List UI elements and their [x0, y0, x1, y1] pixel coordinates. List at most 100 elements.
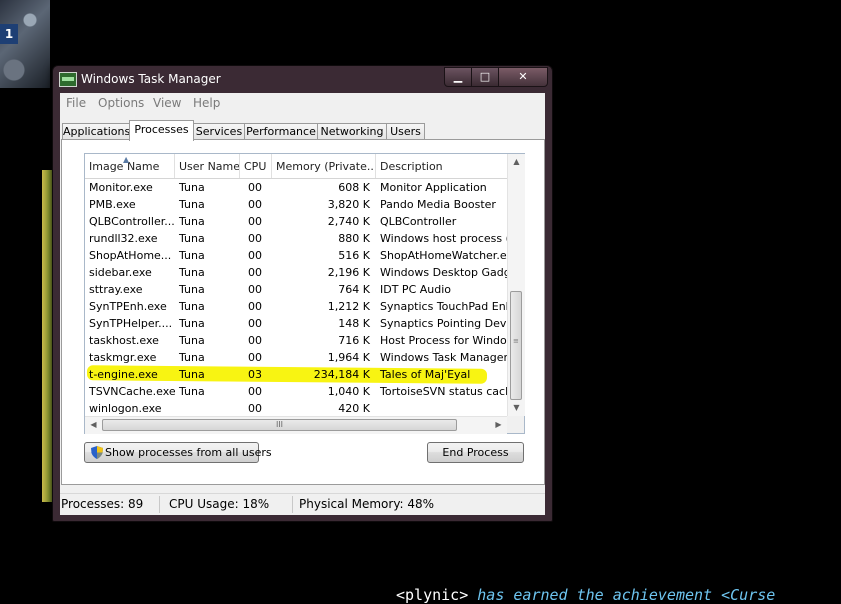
cell-description: Monitor Application [380, 181, 487, 194]
cell-description: Windows Desktop Gadgets [380, 266, 507, 279]
vertical-scrollbar[interactable]: ▲ ≡ ▼ [507, 154, 525, 416]
table-row[interactable]: SynTPEnh.exe Tuna 00 1,212 K Synaptics Touch… [85, 298, 507, 315]
table-row[interactable]: taskmgr.exe Tuna 00 1,964 K Windows Task Man… [85, 349, 507, 366]
cell-image-name: SynTPEnh.exe [89, 300, 167, 313]
uac-shield-icon [91, 446, 103, 459]
cell-cpu: 00 [248, 198, 262, 211]
table-row[interactable]: ShopAtHome... Tuna 00 516 K ShopAtHomeWatche… [85, 247, 507, 264]
chat-user: <plynic> [396, 586, 469, 604]
column-memory[interactable]: Memory (Private... [272, 154, 376, 178]
cell-description [376, 400, 507, 417]
scroll-left-arrow-icon[interactable]: ◀ [85, 417, 102, 433]
maximize-button[interactable]: □ [471, 67, 499, 87]
process-list[interactable]: ▲ Image Name User Name CPU Memory (Priva… [84, 153, 525, 434]
menu-bar: File Options View Help [60, 93, 545, 112]
cell-memory: 716 K [338, 334, 370, 347]
process-list-header: ▲ Image Name User Name CPU Memory (Priva… [85, 154, 507, 179]
table-row[interactable]: TSVNCache.exe Tuna 00 1,040 K TortoiseSVN st… [85, 383, 507, 400]
cell-user-name [175, 400, 240, 417]
column-user-name[interactable]: User Name [175, 154, 240, 178]
chat-achievement-text: has earned the achievement <Curse [477, 586, 776, 604]
cell-image-name: sidebar.exe [89, 266, 152, 279]
cell-image-name: ShopAtHome... [89, 249, 172, 262]
column-image-name[interactable]: ▲ Image Name [85, 154, 175, 178]
cell-memory: 1,212 K [327, 300, 370, 313]
tab-strip: Applications Processes Services Performa… [60, 120, 545, 141]
cell-memory: 608 K [338, 181, 370, 194]
table-row[interactable]: rundll32.exe Tuna 00 880 K Windows host proc… [85, 230, 507, 247]
cell-description: Host Process for Windows [380, 334, 507, 347]
cell-image-name: rundll32.exe [89, 232, 158, 245]
tab-applications[interactable]: Applications [62, 123, 130, 140]
table-row[interactable]: Monitor.exe Tuna 00 608 K Monitor Applicatio… [85, 179, 507, 196]
column-description[interactable]: Description [376, 154, 507, 178]
table-row[interactable]: taskhost.exe Tuna 00 716 K Host Process for … [85, 332, 507, 349]
cell-cpu: 00 [248, 249, 262, 262]
cell-memory: 420 K [338, 402, 370, 415]
close-button[interactable]: ✕ [498, 67, 548, 87]
tab-networking[interactable]: Networking [317, 123, 387, 140]
menu-help[interactable]: Help [193, 96, 220, 110]
cell-description: QLBController [380, 215, 457, 228]
cell-user-name: Tuna [179, 215, 205, 228]
cell-image-name: Monitor.exe [89, 181, 153, 194]
cell-description: ShopAtHomeWatcher.exe [380, 249, 507, 262]
sort-ascending-icon: ▲ [123, 155, 130, 164]
title-bar[interactable]: Windows Task Manager ▁ □ ✕ [53, 66, 552, 92]
cell-user-name: Tuna [179, 385, 205, 398]
scroll-right-arrow-icon[interactable]: ▶ [490, 417, 507, 433]
cell-user-name: Tuna [179, 334, 205, 347]
scroll-up-arrow-icon[interactable]: ▲ [508, 154, 525, 170]
window-client-area: File Options View Help Applications Proc… [60, 93, 545, 515]
cell-memory: 1,040 K [327, 385, 370, 398]
status-physical-memory: Physical Memory: 48% [299, 497, 435, 511]
end-process-button[interactable]: End Process [427, 442, 524, 463]
table-row[interactable]: t-engine.exe Tuna 03 234,184 K Tales of Maj'… [85, 365, 507, 384]
cell-user-name: Tuna [179, 351, 205, 364]
table-row[interactable]: sttray.exe Tuna 00 764 K IDT PC Audio [85, 281, 507, 298]
status-processes: Processes: 89 [61, 497, 144, 511]
menu-view[interactable]: View [153, 96, 181, 110]
cell-description: Pando Media Booster [380, 198, 496, 211]
vertical-scroll-thumb[interactable]: ≡ [510, 291, 522, 400]
game-chat-line: <plynic> has earned the achievement <Cur… [396, 586, 775, 604]
table-row[interactable]: QLBController... Tuna 00 2,740 K QLBControll… [85, 213, 507, 230]
cell-cpu: 00 [248, 351, 262, 364]
cell-user-name: Tuna [179, 198, 205, 211]
cell-cpu: 00 [248, 215, 262, 228]
cell-cpu: 00 [248, 181, 262, 194]
tab-services[interactable]: Services [193, 123, 245, 140]
cell-image-name: winlogon.exe [89, 402, 162, 415]
cell-description: Windows host process (Ru [380, 232, 507, 245]
minimize-button[interactable]: ▁ [444, 67, 472, 87]
cell-cpu: 00 [248, 317, 262, 330]
cell-user-name: Tuna [179, 368, 205, 381]
cell-description: Windows Task Manager [380, 351, 507, 364]
column-cpu[interactable]: CPU [240, 154, 272, 178]
cell-image-name: SynTPHelper.... [89, 317, 173, 330]
show-all-processes-button[interactable]: Show processes from all users [84, 442, 272, 463]
tab-users[interactable]: Users [386, 123, 425, 140]
menu-options[interactable]: Options [98, 96, 144, 110]
horizontal-scrollbar[interactable]: ◀ III ▶ [85, 416, 507, 434]
table-row[interactable]: SynTPHelper.... Tuna 00 148 K Synaptics Poin… [85, 315, 507, 332]
cell-memory: 2,740 K [327, 215, 370, 228]
cell-cpu: 00 [248, 334, 262, 347]
tab-processes[interactable]: Processes [129, 120, 194, 141]
table-row[interactable]: sidebar.exe Tuna 00 2,196 K Windows Desktop … [85, 264, 507, 281]
cell-memory: 880 K [338, 232, 370, 245]
status-bar: Processes: 89 CPU Usage: 18% Physical Me… [60, 493, 545, 515]
cell-user-name: Tuna [179, 317, 205, 330]
cell-user-name: Tuna [179, 300, 205, 313]
status-separator [159, 496, 160, 513]
tab-performance[interactable]: Performance [244, 123, 318, 140]
cell-memory: 234,184 K [313, 368, 370, 381]
hud-badge-number: 1 [0, 24, 18, 44]
table-row[interactable]: winlogon.exe 00 420 K [85, 400, 507, 417]
cell-description: Tales of Maj'Eyal [380, 368, 471, 381]
scroll-down-arrow-icon[interactable]: ▼ [508, 400, 525, 416]
table-row[interactable]: PMB.exe Tuna 00 3,820 K Pando Media Booster [85, 196, 507, 213]
menu-file[interactable]: File [66, 96, 86, 110]
horizontal-scroll-thumb[interactable]: III [102, 419, 457, 431]
cell-image-name: t-engine.exe [89, 368, 158, 381]
